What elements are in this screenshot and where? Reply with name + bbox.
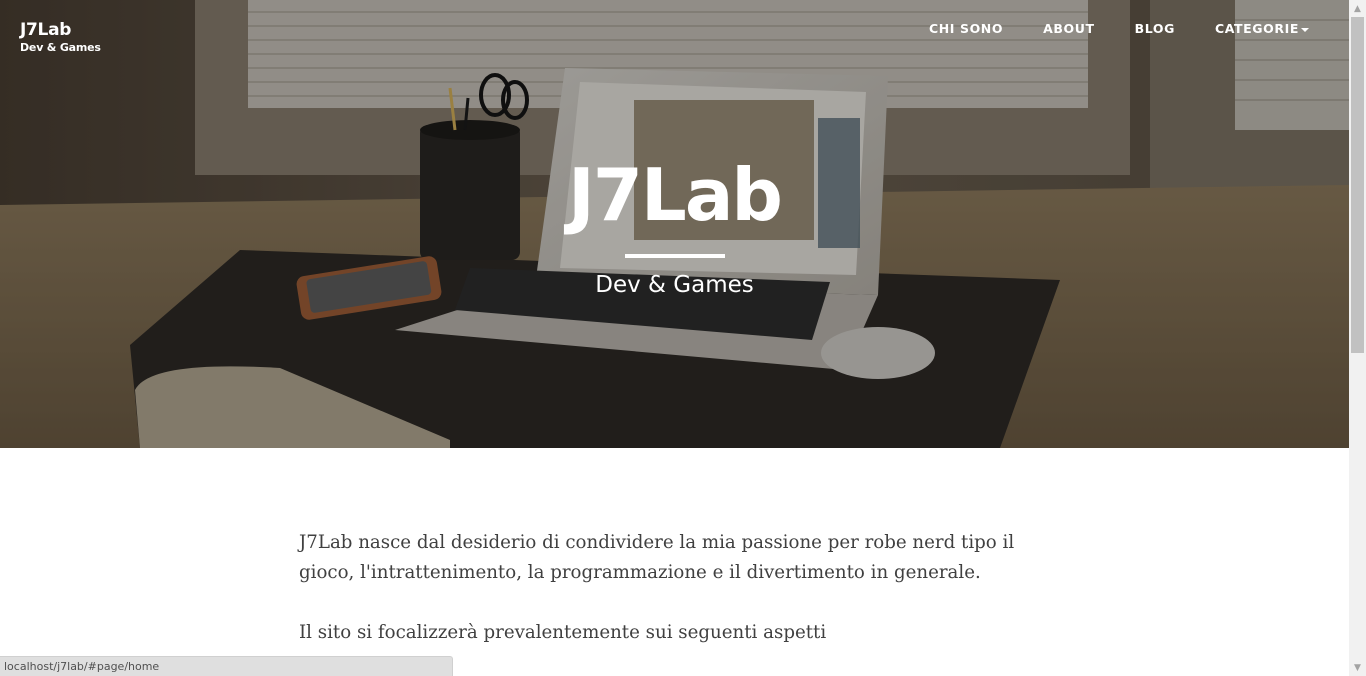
main-navigation: CHI SONO ABOUT BLOG CATEGORIE [909,20,1329,38]
nav-item-chi-sono[interactable]: CHI SONO [909,20,1023,38]
vertical-scrollbar[interactable]: ▲ ▼ [1349,0,1366,676]
intro-paragraph: J7Lab nasce dal desiderio di condividere… [299,532,1015,583]
nav-item-label: CHI SONO [928,21,1004,36]
caret-down-icon [1301,27,1309,32]
nav-item-categorie-dropdown[interactable]: CATEGORIE [1195,20,1329,38]
main-content: J7Lab nasce dal desiderio di condividere… [299,528,1049,676]
scroll-up-arrow-icon[interactable]: ▲ [1349,0,1366,17]
scroll-down-arrow-icon[interactable]: ▼ [1349,659,1366,676]
page: J7Lab Dev & Games CHI SONO ABOUT BLOG CA… [0,0,1349,676]
site-heading: J7Lab Dev & Games [0,150,1349,300]
browser-status-bar: localhost/j7lab/#page/home [0,656,453,676]
hero-subtitle: Dev & Games [595,272,754,298]
nav-item-about[interactable]: ABOUT [1023,20,1115,38]
nav-item-label: CATEGORIE [1214,21,1299,36]
brand-title: J7Lab [20,20,72,40]
hero-header: J7Lab Dev & Games CHI SONO ABOUT BLOG CA… [0,0,1349,448]
nav-item-label: ABOUT [1043,21,1095,36]
hero-divider [624,254,725,258]
status-url: localhost/j7lab/#page/home [4,660,160,673]
brand-subtitle: Dev & Games [20,41,101,54]
scrollbar-thumb[interactable] [1351,17,1364,353]
nav-item-label: BLOG [1134,21,1175,36]
brand-logo-link[interactable]: J7Lab Dev & Games [20,19,101,55]
focus-paragraph: Il sito si focalizzerà prevalentemente s… [299,622,827,643]
hero-title: J7Lab [568,153,783,237]
nav-item-blog[interactable]: BLOG [1115,20,1195,38]
